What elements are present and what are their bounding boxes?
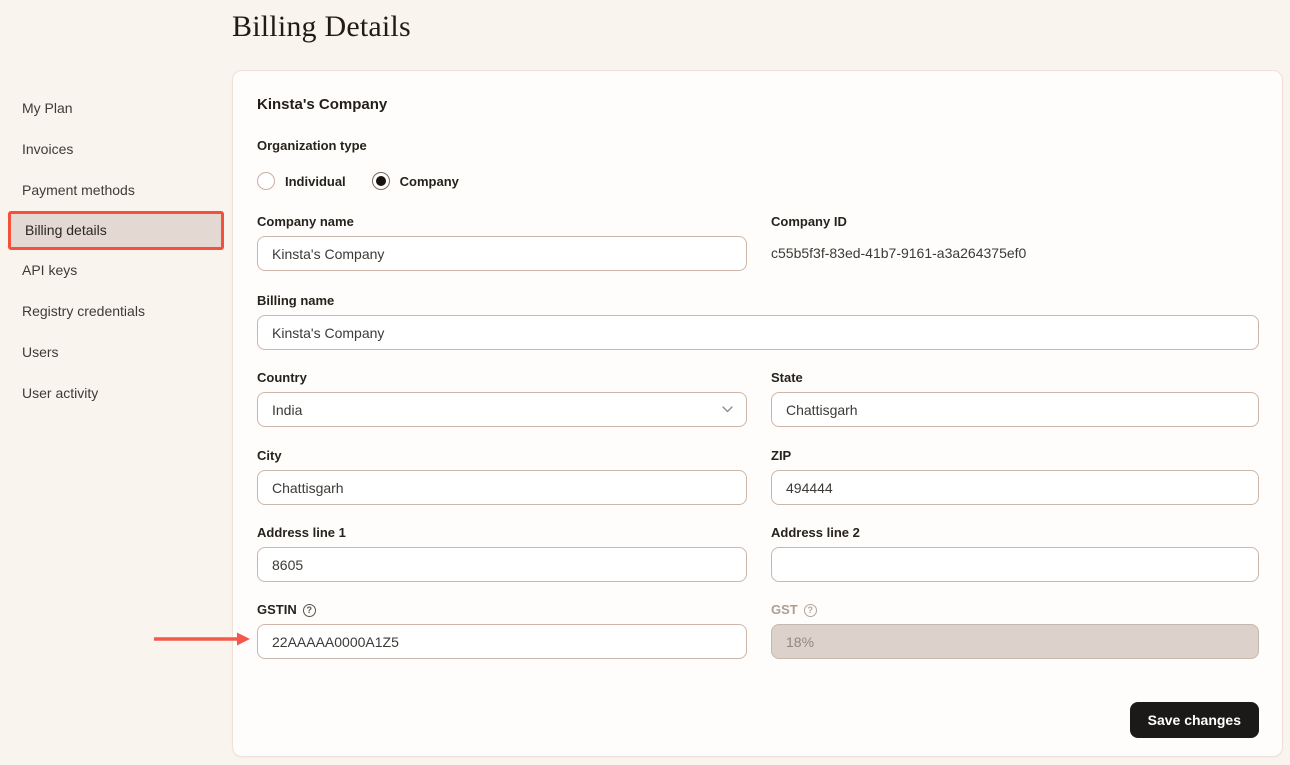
company-id-field: Company ID c55b5f3f-83ed-41b7-9161-a3a26… xyxy=(771,214,1259,271)
row-company: Company name Company ID c55b5f3f-83ed-41… xyxy=(257,214,1259,271)
gstin-label: GSTIN xyxy=(257,602,297,618)
zip-field: ZIP xyxy=(771,448,1259,505)
gst-help-icon[interactable]: ? xyxy=(804,604,817,617)
organization-type-label: Organization type xyxy=(257,138,1259,154)
billing-name-field: Billing name xyxy=(257,293,1259,350)
sidebar-item-billing-details[interactable]: Billing details xyxy=(8,211,224,250)
row-address: Address line 1 Address line 2 xyxy=(257,525,1259,582)
gstin-field: GSTIN ? xyxy=(257,602,747,659)
billing-name-label: Billing name xyxy=(257,293,1259,309)
radio-unselected-icon[interactable] xyxy=(257,172,275,190)
address-line-2-input[interactable] xyxy=(771,547,1259,582)
sidebar-item-user-activity[interactable]: User activity xyxy=(0,373,224,414)
address-line-2-label: Address line 2 xyxy=(771,525,1259,541)
country-select[interactable]: India xyxy=(257,392,747,427)
radio-selected-icon[interactable] xyxy=(372,172,390,190)
address-line-2-field: Address line 2 xyxy=(771,525,1259,582)
row-gst: GSTIN ? GST ? xyxy=(257,602,1259,659)
address-line-1-field: Address line 1 xyxy=(257,525,747,582)
gstin-label-row: GSTIN ? xyxy=(257,602,747,618)
radio-label-company: Company xyxy=(400,174,459,189)
gst-label: GST xyxy=(771,602,798,618)
gst-label-row: GST ? xyxy=(771,602,1259,618)
billing-form-card: Kinsta's Company Organization type Indiv… xyxy=(232,70,1283,757)
sidebar-item-payment-methods[interactable]: Payment methods xyxy=(0,170,224,211)
organization-type-options: Individual Company xyxy=(257,172,1259,190)
gstin-input[interactable] xyxy=(257,624,747,659)
gstin-help-icon[interactable]: ? xyxy=(303,604,316,617)
company-name-label: Company name xyxy=(257,214,747,230)
organization-type-group: Organization type Individual Company xyxy=(257,138,1259,190)
page-title: Billing Details xyxy=(232,8,411,46)
sidebar-item-invoices[interactable]: Invoices xyxy=(0,129,224,170)
billing-details-page: Billing Details My Plan Invoices Payment… xyxy=(0,0,1290,765)
radio-option-company[interactable]: Company xyxy=(372,172,459,190)
state-field: State xyxy=(771,370,1259,427)
company-heading: Kinsta's Company xyxy=(257,96,1259,114)
sidebar: My Plan Invoices Payment methods Billing… xyxy=(0,88,224,414)
state-label: State xyxy=(771,370,1259,386)
company-id-value: c55b5f3f-83ed-41b7-9161-a3a264375ef0 xyxy=(771,245,1259,262)
save-changes-button[interactable]: Save changes xyxy=(1130,702,1259,738)
address-line-1-input[interactable] xyxy=(257,547,747,582)
row-city-zip: City ZIP xyxy=(257,448,1259,505)
annotation-arrow-icon xyxy=(153,632,251,646)
state-input[interactable] xyxy=(771,392,1259,427)
radio-option-individual[interactable]: Individual xyxy=(257,172,346,190)
country-label: Country xyxy=(257,370,747,386)
billing-name-input[interactable] xyxy=(257,315,1259,350)
sidebar-item-registry-credentials[interactable]: Registry credentials xyxy=(0,291,224,332)
row-country-state: Country India State xyxy=(257,370,1259,427)
row-billing-name: Billing name xyxy=(257,293,1259,350)
zip-input[interactable] xyxy=(771,470,1259,505)
company-name-input[interactable] xyxy=(257,236,747,271)
city-input[interactable] xyxy=(257,470,747,505)
address-line-1-label: Address line 1 xyxy=(257,525,747,541)
sidebar-item-my-plan[interactable]: My Plan xyxy=(0,88,224,129)
zip-label: ZIP xyxy=(771,448,1259,464)
company-id-label: Company ID xyxy=(771,214,1259,230)
country-selected-value: India xyxy=(272,402,302,418)
save-row: Save changes xyxy=(257,702,1259,738)
gst-field: GST ? xyxy=(771,602,1259,659)
radio-label-individual: Individual xyxy=(285,174,346,189)
country-field: Country India xyxy=(257,370,747,427)
sidebar-item-users[interactable]: Users xyxy=(0,332,224,373)
gst-input xyxy=(771,624,1259,659)
chevron-down-icon xyxy=(722,406,733,413)
sidebar-item-api-keys[interactable]: API keys xyxy=(0,250,224,291)
company-name-field: Company name xyxy=(257,214,747,271)
city-field: City xyxy=(257,448,747,505)
city-label: City xyxy=(257,448,747,464)
